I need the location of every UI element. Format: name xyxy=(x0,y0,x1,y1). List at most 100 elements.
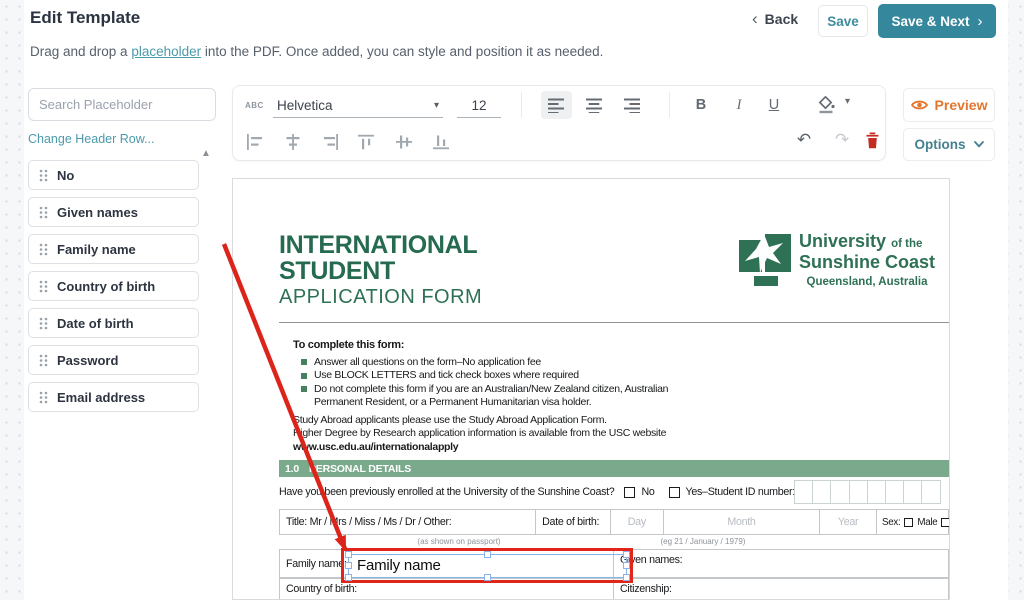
instruction-bullet: Do not complete this form if you are an … xyxy=(314,383,703,410)
logo-region: Queensland, Australia xyxy=(799,277,935,289)
checkbox-no xyxy=(624,487,635,498)
align-object-center-h-button[interactable] xyxy=(280,130,306,154)
align-text-left-button[interactable] xyxy=(541,91,572,119)
sidebar-item-given-names[interactable]: Given names xyxy=(28,197,199,227)
dob-month-cell: Month xyxy=(664,510,820,534)
id-digit-box xyxy=(885,480,904,504)
drag-handle-icon xyxy=(39,354,48,367)
page-title: Edit Template xyxy=(30,8,140,28)
pdf-instructions: To complete this form: Answer all questi… xyxy=(293,339,743,454)
male-label: Male xyxy=(917,517,937,528)
drag-handle-icon xyxy=(39,206,48,219)
checkbox-female xyxy=(941,518,950,527)
pdf-title-line1: INTERNATIONAL xyxy=(279,232,477,258)
passport-caption: (as shown on passport) xyxy=(359,537,559,546)
undo-button[interactable]: ↶ xyxy=(791,128,817,152)
save-button[interactable]: Save xyxy=(818,5,868,37)
bullet-square-icon xyxy=(301,359,307,365)
save-next-button[interactable]: Save & Next › xyxy=(878,4,996,38)
logo-sunshine-coast: Sunshine Coast xyxy=(799,253,935,271)
delete-button[interactable] xyxy=(861,129,883,151)
sidebar-item-label: Country of birth xyxy=(57,279,155,294)
scroll-up-icon[interactable]: ▲ xyxy=(201,148,211,159)
sidebar-item-password[interactable]: Password xyxy=(28,345,199,375)
change-header-row-link[interactable]: Change Header Row... xyxy=(28,132,154,146)
resize-handle[interactable] xyxy=(623,562,630,569)
sidebar-item-label: Given names xyxy=(57,205,138,220)
preview-label: Preview xyxy=(935,97,988,113)
font-family-select[interactable]: Helvetica ▾ xyxy=(273,94,443,118)
align-text-right-button[interactable] xyxy=(617,91,648,119)
sidebar-item-country-of-birth[interactable]: Country of birth xyxy=(28,271,199,301)
id-digit-box xyxy=(867,480,886,504)
align-object-right-icon xyxy=(321,134,339,150)
sidebar-item-no[interactable]: No xyxy=(28,160,199,190)
resize-handle[interactable] xyxy=(484,551,491,558)
resize-handle[interactable] xyxy=(345,562,352,569)
font-family-value: Helvetica xyxy=(277,98,333,113)
align-object-bottom-button[interactable] xyxy=(429,130,455,154)
fill-color-caret-icon[interactable]: ▾ xyxy=(845,96,850,107)
section-header: 1.0 PERSONAL DETAILS xyxy=(279,460,949,477)
options-button[interactable]: Options xyxy=(903,128,995,161)
align-object-top-button[interactable] xyxy=(354,130,380,154)
redo-button[interactable]: ↷ xyxy=(829,128,855,152)
logo-of-the: of the xyxy=(891,238,922,250)
search-input[interactable] xyxy=(28,88,216,121)
sidebar-item-email-address[interactable]: Email address xyxy=(28,382,199,412)
chevron-down-icon xyxy=(974,141,984,148)
resize-handle[interactable] xyxy=(345,574,352,581)
align-text-center-button[interactable] xyxy=(579,91,610,119)
enrolled-question: Have you been previously enrolled at the… xyxy=(279,486,614,498)
eye-icon xyxy=(911,99,928,111)
sidebar-item-label: Date of birth xyxy=(57,316,134,331)
align-text-center-icon xyxy=(586,98,603,113)
resize-handle[interactable] xyxy=(484,574,491,581)
checkbox-male xyxy=(904,518,913,527)
align-text-left-icon xyxy=(548,98,565,113)
align-object-left-button[interactable] xyxy=(242,130,268,154)
font-size-input[interactable] xyxy=(457,94,501,118)
fill-color-button[interactable] xyxy=(813,92,839,118)
pdf-page: INTERNATIONAL STUDENT APPLICATION FORM U… xyxy=(232,178,950,600)
usc-logo-mark-icon xyxy=(739,232,791,288)
pdf-title-line3: APPLICATION FORM xyxy=(279,286,482,309)
sidebar-item-date-of-birth[interactable]: Date of birth xyxy=(28,308,199,338)
section-title: PERSONAL DETAILS xyxy=(309,463,411,475)
align-object-left-icon xyxy=(246,134,264,150)
title-cell: Title: Mr / Mrs / Miss / Ms / Dr / Other… xyxy=(280,510,536,534)
id-digit-box xyxy=(903,480,922,504)
enrolled-question-row: Have you been previously enrolled at the… xyxy=(279,479,795,505)
section-number: 1.0 xyxy=(285,463,299,475)
placeholder-link[interactable]: placeholder xyxy=(131,44,201,59)
enrolled-no-label: No xyxy=(641,486,654,498)
dob-day-cell: Day xyxy=(611,510,664,534)
resize-handle[interactable] xyxy=(345,551,352,558)
id-digit-box xyxy=(830,480,849,504)
trash-icon xyxy=(865,132,880,149)
back-label: Back xyxy=(765,11,798,27)
instructions-url: www.usc.edu.au/internationalapply xyxy=(293,441,743,455)
student-id-boxes xyxy=(795,480,941,504)
align-object-right-button[interactable] xyxy=(317,130,343,154)
usc-logo: University of the Sunshine Coast Queensl… xyxy=(739,232,935,288)
italic-button[interactable]: I xyxy=(726,92,752,118)
usc-logo-text: University of the Sunshine Coast Queensl… xyxy=(799,232,935,288)
align-object-center-v-button[interactable] xyxy=(392,130,418,154)
drag-handle-icon xyxy=(39,280,48,293)
dob-year-cell: Year xyxy=(820,510,877,534)
sidebar-item-family-name[interactable]: Family name xyxy=(28,234,199,264)
checkbox-yes xyxy=(669,487,680,498)
placed-placeholder-element[interactable]: Family name xyxy=(348,554,627,578)
drag-handle-icon xyxy=(39,391,48,404)
id-digit-box xyxy=(794,480,813,504)
sex-label: Sex: xyxy=(882,517,900,528)
back-button[interactable]: ‹ Back xyxy=(752,11,798,27)
resize-handle[interactable] xyxy=(623,551,630,558)
underline-button[interactable]: U xyxy=(761,92,787,118)
resize-handle[interactable] xyxy=(623,574,630,581)
id-digit-box xyxy=(921,480,940,504)
bold-button[interactable]: B xyxy=(688,92,714,118)
enrolled-yes-label: Yes–Student ID number: xyxy=(686,486,795,498)
preview-button[interactable]: Preview xyxy=(903,88,995,122)
